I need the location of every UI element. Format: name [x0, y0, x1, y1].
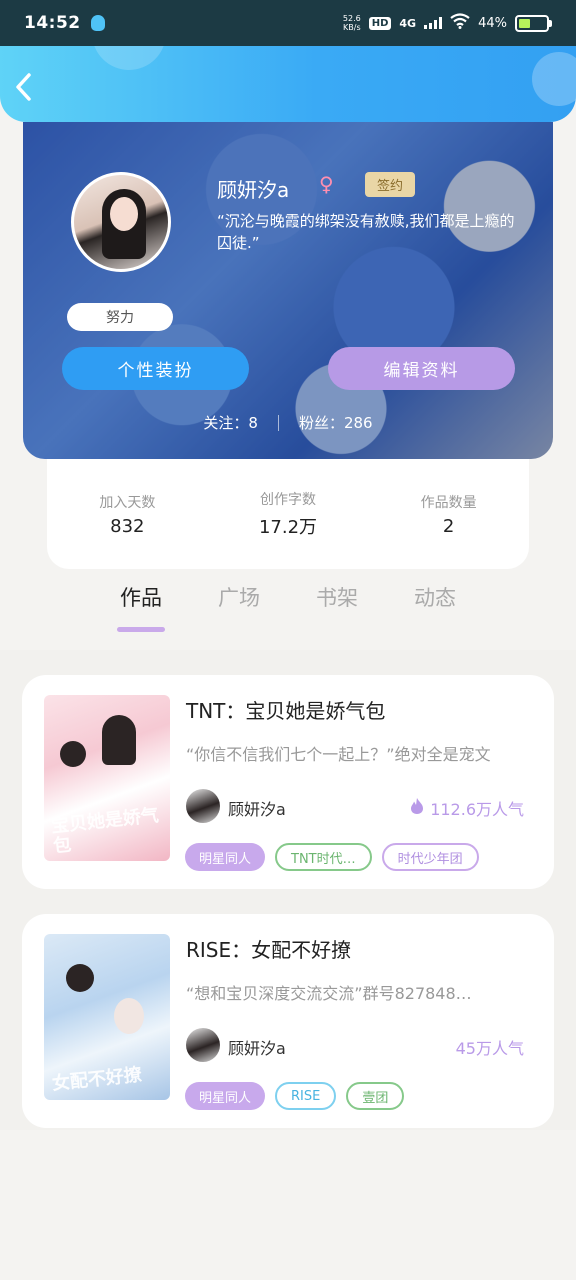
network-type: 4G	[399, 16, 417, 30]
signed-badge: 签约	[365, 172, 415, 197]
author-avatar	[186, 789, 220, 823]
header	[0, 46, 576, 122]
stats-card: 加入天数 832 创作字数 17.2万 作品数量 2	[47, 459, 529, 569]
author-avatar	[186, 1028, 220, 1062]
battery-percent: 44%	[478, 15, 507, 31]
network-speed: 52.6 KB/s	[342, 14, 361, 32]
tag[interactable]: RISE	[275, 1082, 337, 1110]
following-count[interactable]: 关注：8	[183, 412, 278, 433]
username: 顾妍汐a	[217, 178, 290, 202]
signal-icon	[424, 17, 443, 29]
decorative-bubble	[92, 46, 166, 70]
profile-banner: 努力 顾妍汐a ♀ 签约 “沉沦与晚霞的绑架没有赦赎,我们都是上瘾的囚徒.” 个…	[23, 122, 553, 459]
bio: “沉沦与晚霞的绑架没有赦赎,我们都是上瘾的囚徒.”	[217, 212, 515, 252]
avatar[interactable]	[71, 172, 171, 272]
book-cover[interactable]: 宝贝她是娇气包	[44, 695, 170, 861]
tab-works[interactable]: 作品	[117, 582, 165, 650]
tag-list: 明星同人 RISE 壹团	[185, 1082, 405, 1110]
stat-word-count: 创作字数 17.2万	[258, 492, 318, 538]
book-cover[interactable]: 女配不好撩	[44, 934, 170, 1100]
clock: 14:52	[24, 13, 81, 33]
tab-bookshelf[interactable]: 书架	[313, 582, 361, 650]
tag[interactable]: 明星同人	[185, 1082, 266, 1110]
wifi-icon	[450, 13, 470, 33]
tag[interactable]: 时代少年团	[381, 843, 479, 871]
back-button[interactable]	[14, 72, 44, 106]
decorative-bubble	[532, 52, 576, 106]
edit-profile-button[interactable]: 编辑资料	[328, 347, 515, 390]
popularity: 45万人气	[455, 1039, 524, 1058]
popularity: 112.6万人气	[410, 796, 524, 820]
stat-join-days: 加入天数 832	[99, 494, 156, 537]
tag[interactable]: 壹团	[346, 1082, 405, 1110]
author-name: 顾妍汐a	[228, 1039, 286, 1058]
book-title[interactable]: TNT：宝贝她是娇气包	[186, 695, 385, 724]
status-bar: 14:52 52.6 KB/s HD 4G 44%	[0, 0, 576, 46]
book-title[interactable]: RISE：女配不好撩	[186, 934, 351, 963]
book-description: “想和宝贝深度交流交流”群号827848…	[186, 984, 472, 1003]
work-card[interactable]: 宝贝她是娇气包 TNT：宝贝她是娇气包 “你信不信我们七个一起上？”绝对全是宠文…	[22, 675, 554, 889]
battery-icon	[515, 14, 552, 32]
works-list: 宝贝她是娇气包 TNT：宝贝她是娇气包 “你信不信我们七个一起上？”绝对全是宠文…	[0, 650, 576, 1130]
female-icon: ♀	[319, 172, 334, 196]
chevron-left-icon	[16, 73, 31, 101]
qq-notification-icon	[90, 15, 105, 31]
work-card[interactable]: 女配不好撩 RISE：女配不好撩 “想和宝贝深度交流交流”群号827848… 顾…	[22, 914, 554, 1128]
tab-square[interactable]: 广场	[215, 582, 263, 650]
hd-icon: HD	[368, 16, 392, 30]
fire-icon	[410, 797, 424, 819]
personalize-button[interactable]: 个性装扮	[62, 347, 249, 390]
stat-works-count: 作品数量 2	[420, 494, 477, 537]
tag[interactable]: TNT时代…	[275, 843, 372, 871]
tab-activity[interactable]: 动态	[411, 582, 459, 650]
follow-stats: 关注：8 粉丝：286	[23, 412, 553, 433]
level-badge: 努力	[67, 303, 173, 331]
book-description: “你信不信我们七个一起上？”绝对全是宠文	[186, 745, 491, 764]
author-name: 顾妍汐a	[228, 800, 286, 819]
followers-count[interactable]: 粉丝：286	[279, 412, 393, 433]
tag[interactable]: 明星同人	[185, 843, 266, 871]
tag-list: 明星同人 TNT时代… 时代少年团	[185, 843, 479, 871]
tab-bar: 作品 广场 书架 动态	[0, 582, 576, 650]
